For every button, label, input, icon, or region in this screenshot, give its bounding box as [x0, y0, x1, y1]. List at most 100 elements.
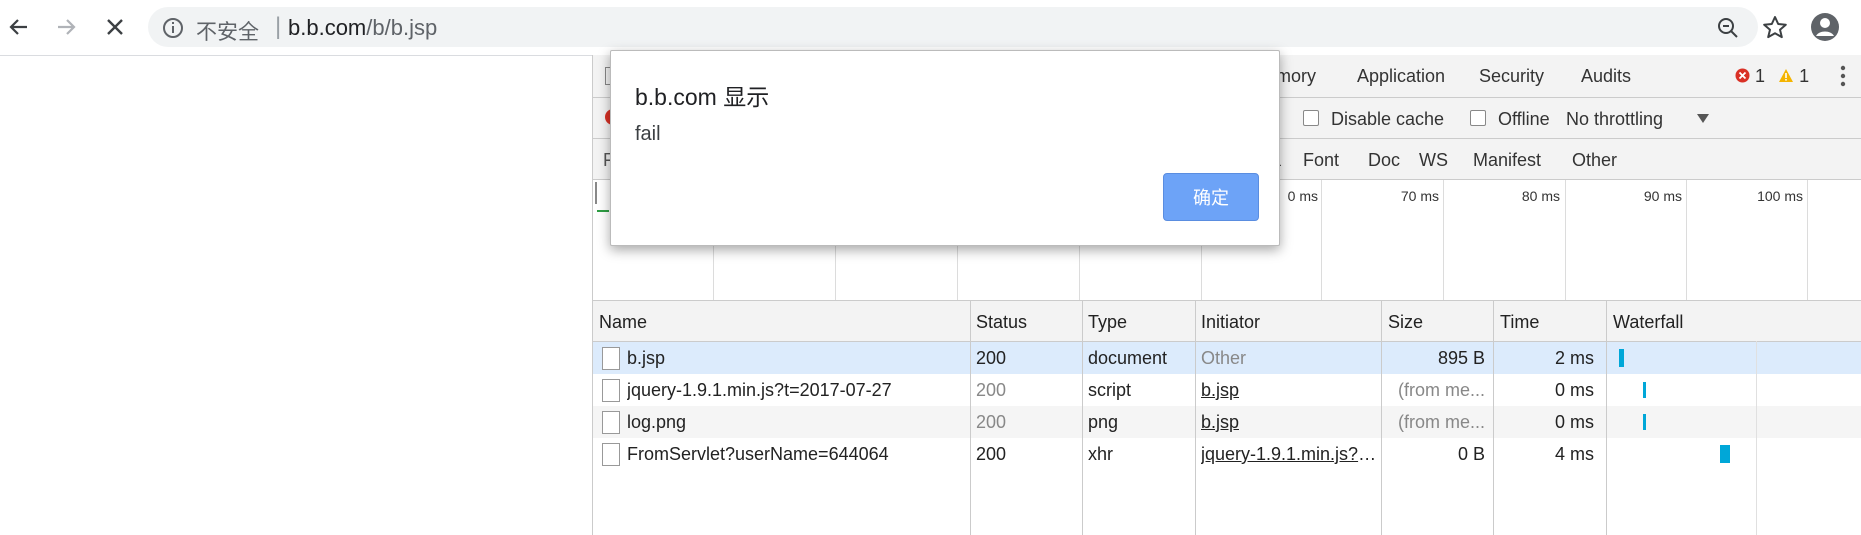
- filter-type-manifest[interactable]: Manifest: [1473, 150, 1541, 171]
- forward-arrow-icon: [58, 19, 76, 35]
- table-row[interactable]: b.jsp 200 document Other 895 B 2 ms: [593, 342, 1861, 374]
- column-header-status[interactable]: Status: [976, 312, 1027, 333]
- dialog-title: b.b.com 显示: [635, 84, 770, 110]
- error-icon: [1735, 68, 1750, 83]
- offline-checkbox[interactable]: [1470, 110, 1486, 126]
- tab-application[interactable]: Application: [1357, 66, 1445, 87]
- timeline-gridline: [1565, 180, 1566, 300]
- filter-type-ws[interactable]: WS: [1419, 150, 1448, 171]
- column-divider[interactable]: [1082, 301, 1083, 535]
- request-time: 0 ms: [1554, 412, 1594, 432]
- waterfall-bar: [1643, 414, 1646, 430]
- warning-icon: [1779, 69, 1794, 82]
- request-time: 0 ms: [1554, 380, 1594, 400]
- table-row[interactable]: log.png 200 png b.jsp (from me... 0 ms: [593, 406, 1861, 438]
- column-header-name[interactable]: Name: [599, 312, 647, 333]
- request-name: log.png: [627, 412, 687, 432]
- timeline-bar: [597, 210, 609, 212]
- request-name: jquery-1.9.1.min.js?t=2017-07-27: [627, 380, 892, 400]
- timeline-gridline: [1807, 180, 1808, 300]
- filter-type-font[interactable]: Font: [1303, 150, 1339, 171]
- script-file-icon: [602, 379, 620, 402]
- url-text[interactable]: b.b.com/b/b.jsp: [288, 15, 437, 41]
- more-options-icon[interactable]: [1837, 64, 1849, 88]
- request-time: 4 ms: [1554, 444, 1594, 464]
- waterfall-gridline: [1756, 341, 1757, 535]
- tab-security[interactable]: Security: [1479, 66, 1544, 87]
- warning-count: 1: [1799, 66, 1810, 86]
- disable-cache-label: Disable cache: [1331, 109, 1445, 129]
- request-initiator-link[interactable]: b.jsp: [1201, 380, 1239, 401]
- column-divider[interactable]: [1493, 301, 1494, 535]
- document-file-icon: [602, 347, 620, 370]
- image-file-icon: [602, 411, 620, 434]
- timeline-gridline: [1443, 180, 1444, 300]
- request-size: 895 B: [1437, 348, 1485, 368]
- column-header-time[interactable]: Time: [1500, 312, 1539, 333]
- back-button[interactable]: [4, 12, 34, 42]
- file-icon: [602, 443, 620, 466]
- request-status: 200: [976, 348, 1007, 368]
- tab-memory[interactable]: mory: [1276, 66, 1316, 87]
- timeline-tick-label: 70 ms: [1400, 188, 1439, 204]
- request-initiator-link[interactable]: jquery-1.9.1.min.js?t...: [1201, 444, 1377, 465]
- timeline-gridline: [1686, 180, 1687, 300]
- filter-type-other[interactable]: Other: [1572, 150, 1617, 171]
- tab-audits[interactable]: Audits: [1581, 66, 1631, 87]
- column-divider[interactable]: [970, 301, 971, 535]
- info-icon[interactable]: [162, 17, 184, 39]
- column-header-size[interactable]: Size: [1388, 312, 1423, 333]
- column-divider[interactable]: [1195, 301, 1196, 535]
- request-status: 200: [976, 444, 1007, 464]
- waterfall-bar: [1720, 445, 1730, 463]
- table-row[interactable]: FromServlet?userName=644064 200 xhr jque…: [593, 438, 1861, 470]
- table-header: Name Status Type Initiator Size Time Wat…: [593, 301, 1861, 342]
- chevron-down-icon[interactable]: [1697, 114, 1709, 124]
- browser-toolbar: 不安全 | b.b.com/b/b.jsp: [0, 0, 1861, 56]
- table-row[interactable]: jquery-1.9.1.min.js?t=2017-07-27 200 scr…: [593, 374, 1861, 406]
- back-arrow-icon: [9, 19, 27, 35]
- request-time: 2 ms: [1554, 348, 1594, 368]
- issue-counter[interactable]: 1 1: [1735, 66, 1809, 87]
- request-initiator-link[interactable]: b.jsp: [1201, 412, 1239, 433]
- request-size: (from me...: [1397, 380, 1485, 400]
- ok-button[interactable]: 确定: [1163, 173, 1259, 221]
- waterfall-bar: [1619, 349, 1624, 367]
- waterfall-bar: [1643, 382, 1646, 398]
- close-icon: [107, 19, 123, 35]
- security-label: 不安全: [196, 21, 259, 44]
- request-status: 200: [976, 380, 1007, 400]
- timeline-handle[interactable]: [595, 182, 597, 204]
- column-divider[interactable]: [1606, 301, 1607, 535]
- dialog-message: fail: [635, 123, 661, 145]
- alert-dialog: b.b.com 显示 fail 确定: [610, 50, 1280, 246]
- throttling-select[interactable]: No throttling: [1566, 109, 1663, 130]
- timeline-tick-label: 80 ms: [1521, 188, 1560, 204]
- timeline-tick-label: 90 ms: [1643, 188, 1682, 204]
- request-size: (from me...: [1397, 412, 1485, 432]
- request-type: script: [1088, 380, 1132, 400]
- column-header-initiator[interactable]: Initiator: [1201, 312, 1260, 333]
- account-icon[interactable]: [1810, 12, 1840, 42]
- request-size: 0 B: [1457, 444, 1485, 464]
- filter-type-doc[interactable]: Doc: [1368, 150, 1400, 171]
- request-initiator: Other: [1201, 348, 1247, 368]
- address-bar[interactable]: 不安全 | b.b.com/b/b.jsp: [148, 7, 1787, 47]
- network-request-table: Name Status Type Initiator Size Time Wat…: [593, 301, 1861, 535]
- request-type: png: [1088, 412, 1119, 432]
- request-name: b.jsp: [627, 348, 666, 368]
- request-type: document: [1088, 348, 1168, 368]
- timeline-tick-label: 100 ms: [1757, 188, 1803, 204]
- bookmark-star-icon[interactable]: [1762, 15, 1788, 41]
- column-divider[interactable]: [1381, 301, 1382, 535]
- disable-cache-checkbox[interactable]: [1303, 110, 1319, 126]
- url-path: /b/b.jsp: [366, 15, 438, 40]
- zoom-icon[interactable]: [1716, 16, 1740, 40]
- column-header-type[interactable]: Type: [1088, 312, 1127, 333]
- column-header-waterfall[interactable]: Waterfall: [1613, 312, 1683, 333]
- forward-button[interactable]: [51, 12, 81, 42]
- url-separator: |: [275, 13, 282, 40]
- stop-loading-button[interactable]: [100, 12, 130, 42]
- error-count: 1: [1755, 66, 1766, 86]
- request-name: FromServlet?userName=644064: [627, 444, 889, 464]
